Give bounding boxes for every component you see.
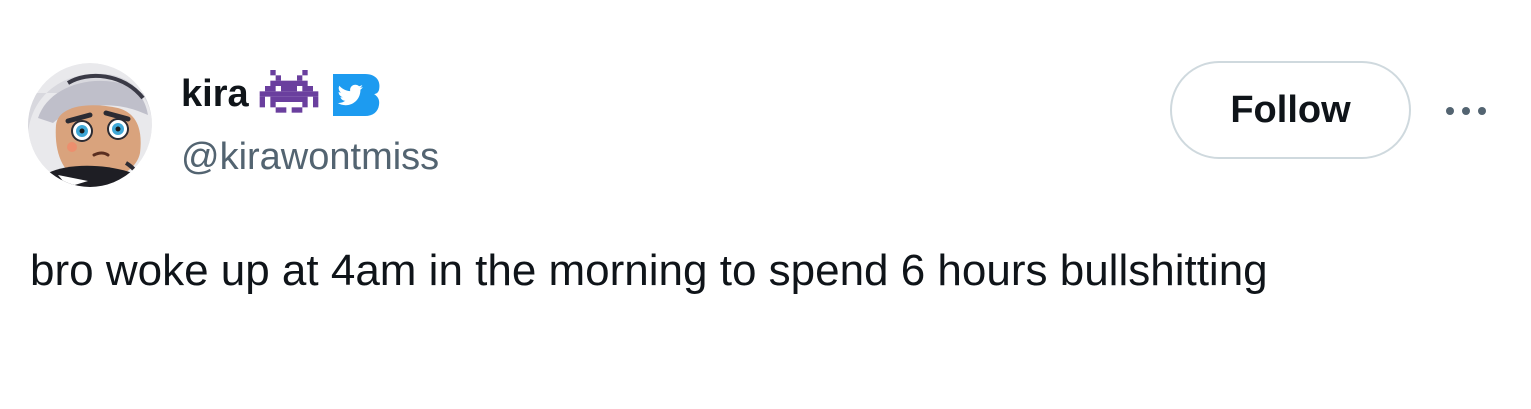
tweet-card: kira @kirawontmiss Follow bro woke up at… [0, 0, 1531, 409]
display-name[interactable]: kira [181, 70, 249, 118]
space-invader-icon [259, 70, 319, 118]
name-row: kira [181, 70, 383, 118]
avatar[interactable] [28, 63, 152, 187]
more-dots-icon[interactable] [1436, 96, 1496, 126]
user-handle[interactable]: @kirawontmiss [181, 134, 439, 180]
follow-button[interactable]: Follow [1170, 61, 1411, 159]
tweet-text: bro woke up at 4am in the morning to spe… [30, 246, 1268, 295]
cartoon-avatar-icon [28, 63, 152, 187]
twitter-bird-verified-icon [329, 70, 383, 118]
